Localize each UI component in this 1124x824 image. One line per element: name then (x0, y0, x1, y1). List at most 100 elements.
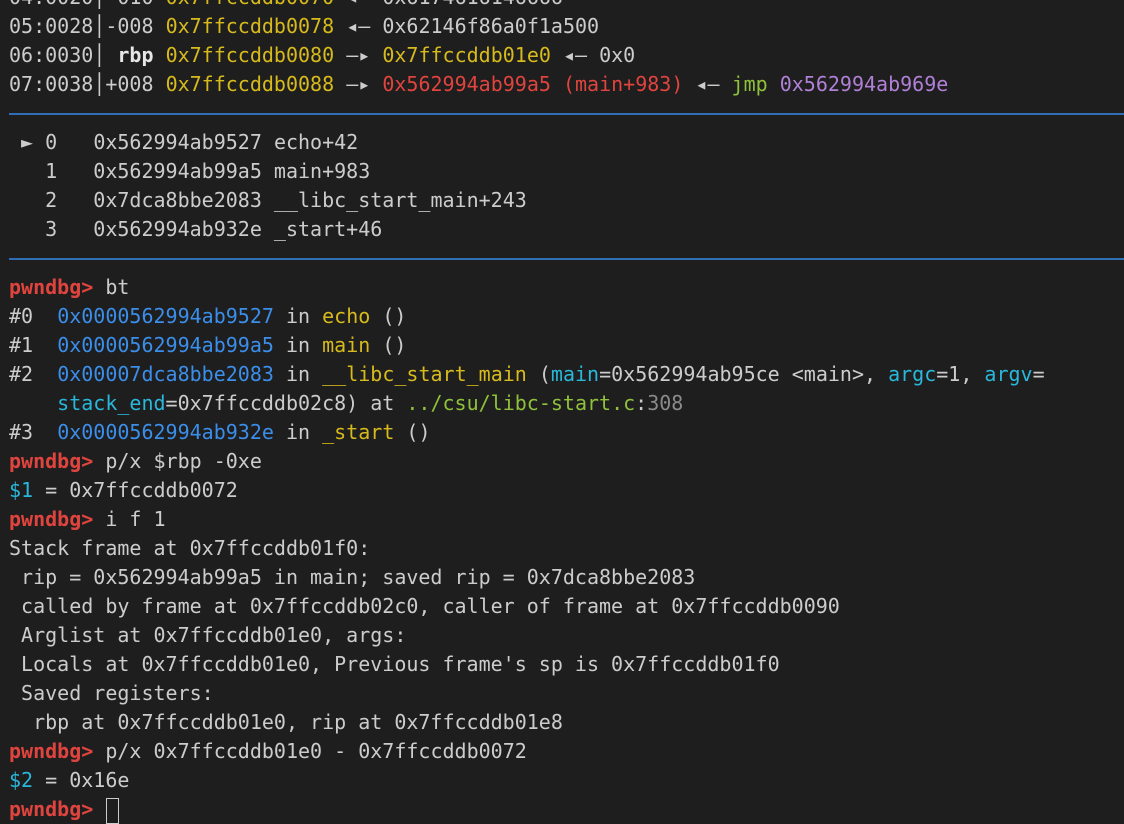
separator-rule (9, 113, 1124, 115)
frame-number: 3 (45, 217, 58, 241)
command-text: i f 1 (105, 507, 166, 531)
history-variable: $1 (9, 478, 34, 502)
frame-address: 0x562994ab99a5 (93, 159, 262, 183)
frame-symbol: main+983 (273, 159, 371, 183)
frame-address: 0x7dca8bbe2083 (93, 188, 262, 212)
backtrace-frame: ► 0 0x562994ab9527 echo+42 (0, 128, 1124, 157)
pwndbg-prompt: pwndbg> (9, 507, 94, 531)
section-separator (0, 99, 1124, 128)
arg-name: argc (888, 362, 937, 386)
stack-arrow: ◂— (346, 0, 370, 9)
stack-index: 04:0020 (9, 0, 93, 9)
stack-code-value: 0x562994ab99a5 (main+983) (382, 72, 684, 96)
frame-number: 2 (45, 188, 58, 212)
frame-number: 0 (45, 130, 58, 154)
stack-index: 07:0038 (9, 72, 94, 96)
backtrace-frame: 1 0x562994ab99a5 main+983 (0, 157, 1124, 186)
arg-name: main (550, 362, 600, 386)
backtrace-frame: 3 0x562994ab932e _start+46 (0, 215, 1124, 244)
bt-function-name: __libc_start_main (322, 362, 527, 386)
pwndbg-prompt: pwndbg> (9, 449, 94, 473)
bt-frame-address: 0x0000562994ab932e (57, 420, 274, 444)
frame-symbol: __libc_start_main+243 (273, 188, 527, 212)
stack-arrow: ◂— (562, 43, 588, 67)
separator-rule (9, 258, 1124, 260)
stack-address: 0x7ffccddb0088 (165, 72, 335, 96)
bt-frame-address: 0x00007dca8bbe2083 (57, 362, 274, 386)
frame-symbol: echo+42 (273, 130, 359, 154)
command-text: p/x $rbp -0xe (105, 449, 262, 473)
bt-function-name: _start (322, 420, 395, 444)
pwndbg-prompt: pwndbg> (9, 797, 94, 821)
active-command-line[interactable]: pwndbg> (0, 795, 1124, 824)
bt-frame-number: #0 (9, 304, 34, 328)
bt-frame-number: #3 (9, 420, 34, 444)
arg-name: stack_end (57, 391, 166, 415)
text-cursor[interactable] (106, 797, 120, 824)
print-result: $2 = 0x16e (0, 766, 1124, 795)
bt-frame-number: #1 (9, 333, 34, 357)
frame-info-line: Stack frame at 0x7ffccddb01f0: (9, 536, 371, 560)
jmp-instruction: jmp (731, 72, 768, 96)
stack-arrow: ◂— (346, 14, 371, 38)
stack-row: 04:0020│-010 0x7ffccddb0070 ◂— 0x6174616… (0, 0, 1124, 12)
bt-function-name: main (322, 333, 371, 357)
source-file: ../csu/libc-start.c (406, 391, 636, 415)
frame-info-line: Saved registers: (9, 681, 214, 705)
frame-symbol: _start+46 (273, 217, 383, 241)
result-value: = 0x7ffccddb0072 (33, 478, 238, 502)
bt-frame: #0 0x0000562994ab9527 in echo () (9, 304, 407, 328)
bt-frame: #1 0x0000562994ab99a5 in main () (9, 333, 407, 357)
command-text: p/x 0x7ffccddb01e0 - 0x7ffccddb0072 (105, 739, 527, 763)
source-line-number: 308 (647, 391, 684, 415)
terminal-window[interactable]: 04:0020│-010 0x7ffccddb0070 ◂— 0x6174616… (0, 0, 1124, 824)
command-line: pwndbg> p/x 0x7ffccddb01e0 - 0x7ffccddb0… (0, 737, 1124, 766)
stack-offset: +008 (105, 72, 154, 96)
bt-frame-number: #2 (9, 362, 34, 386)
bt-frame-continuation: stack_end=0x7ffccddb02c8) at ../csu/libc… (57, 391, 684, 415)
pwndbg-prompt: pwndbg> (9, 275, 94, 299)
stack-value: 0x62146f86a0f1a500 (382, 14, 600, 38)
stack-row: 07:0038│+008 0x7ffccddb0088 —▸ 0x562994a… (9, 72, 949, 96)
pwndbg-prompt: pwndbg> (9, 739, 94, 763)
stack-index: 06:0030 (9, 43, 94, 67)
stack-value: 0x6174616146666 (382, 0, 563, 9)
bt-frame-address: 0x0000562994ab9527 (57, 304, 274, 328)
current-frame-marker: ► (21, 130, 34, 154)
stack-arrow: —▸ (346, 72, 371, 96)
stack-row: 06:0030│ rbp 0x7ffccddb0080 —▸ 0x7ffccdd… (9, 43, 636, 67)
result-value: = 0x16e (33, 768, 130, 792)
print-result: $1 = 0x7ffccddb0072 (0, 476, 1124, 505)
stack-arrow: ◂— (695, 72, 720, 96)
bt-frame: #2 0x00007dca8bbe2083 in __libc_start_ma… (9, 362, 1045, 386)
command-line: pwndbg> i f 1 (0, 505, 1124, 534)
stack-row: 05:0028│-008 0x7ffccddb0078 ◂— 0x62146f8… (9, 14, 600, 38)
backtrace-frame: 2 0x7dca8bbe2083 __libc_start_main+243 (0, 186, 1124, 215)
frame-info-line: rbp at 0x7ffccddb01e0, rip at 0x7ffccddb… (9, 710, 563, 734)
command-line: pwndbg> bt (0, 273, 1124, 302)
stack-value: 0x0 (599, 43, 636, 67)
stack-value: 0x7ffccddb01e0 (382, 43, 551, 67)
stack-register-label: rbp (117, 43, 154, 67)
frame-info-line: Arglist at 0x7ffccddb01e0, args: (9, 623, 407, 647)
arg-name: argv (984, 362, 1033, 386)
stack-offset: -010 (105, 0, 153, 9)
bt-function-name: echo (322, 304, 371, 328)
stack-address: 0x7ffccddb0078 (165, 14, 335, 38)
stack-address: 0x7ffccddb0070 (166, 0, 335, 9)
frame-number: 1 (45, 159, 58, 183)
stack-arrow: —▸ (346, 43, 371, 67)
stack-address: 0x7ffccddb0080 (165, 43, 335, 67)
command-text: bt (105, 275, 130, 299)
frame-address: 0x562994ab9527 (93, 130, 262, 154)
stack-index: 05:0028 (9, 14, 94, 38)
frame-address: 0x562994ab932e (93, 217, 262, 241)
stack-offset: -008 (105, 14, 154, 38)
frame-info-line: called by frame at 0x7ffccddb02c0, calle… (9, 594, 840, 618)
jmp-target: 0x562994ab969e (779, 72, 949, 96)
bt-frame: #3 0x0000562994ab932e in _start () (9, 420, 431, 444)
frame-info-line: Locals at 0x7ffccddb01e0, Previous frame… (9, 652, 780, 676)
frame-info-line: rip = 0x562994ab99a5 in main; saved rip … (9, 565, 696, 589)
section-separator (0, 244, 1124, 273)
command-line: pwndbg> p/x $rbp -0xe (0, 447, 1124, 476)
